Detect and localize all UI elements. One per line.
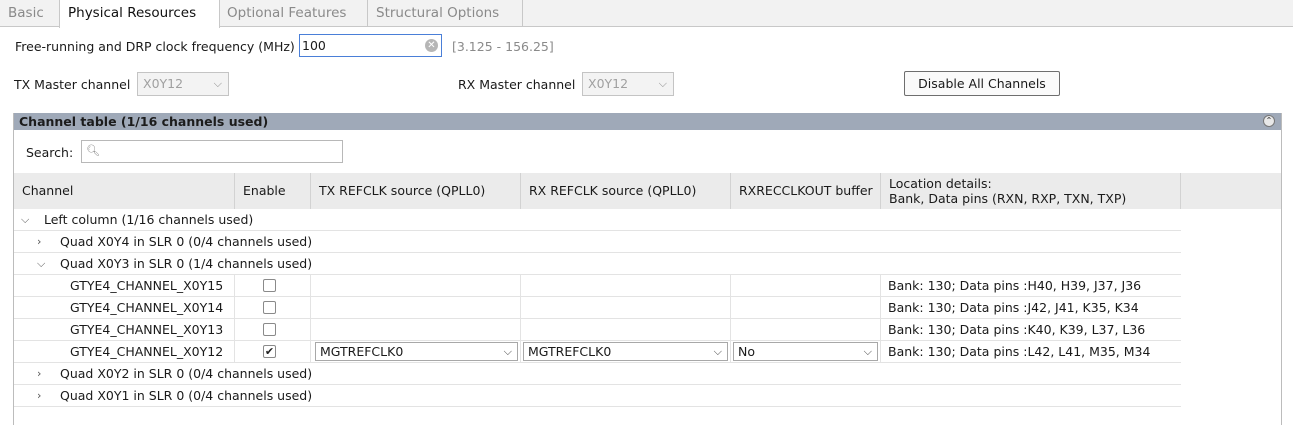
freq-label: Free-running and DRP clock frequency (MH…	[15, 39, 295, 54]
tree-label: Left column (1/16 channels used)	[44, 212, 254, 227]
rx-refclk-select[interactable]: MGTREFCLK0 ⌵	[523, 342, 728, 361]
col-enable[interactable]: Enable	[235, 173, 311, 209]
freq-input[interactable]: 100 ✕	[299, 34, 442, 57]
chevron-right-icon[interactable]: ›	[37, 385, 41, 407]
col-location[interactable]: Location details: Bank, Data pins (RXN, …	[881, 173, 1181, 209]
col-rx-refclk[interactable]: RX REFCLK source (QPLL0)	[521, 173, 731, 209]
rxrecclk-cell	[731, 319, 881, 341]
chevron-down-icon: ⌵	[863, 345, 872, 358]
rx-master-select[interactable]: X0Y12 ⌵	[582, 72, 674, 96]
col-tx-refclk[interactable]: TX REFCLK source (QPLL0)	[311, 173, 521, 209]
chevron-down-icon: ⌵	[213, 77, 222, 90]
location-details: Bank: 130; Data pins :K40, K39, L37, L36	[888, 322, 1146, 337]
tx-cell	[311, 319, 521, 341]
chevron-down-icon: ⌵	[713, 345, 722, 358]
rxrecclkout-select[interactable]: No ⌵	[733, 342, 878, 361]
tx-master-select[interactable]: X0Y12 ⌵	[137, 72, 229, 96]
enable-checkbox[interactable]	[263, 323, 276, 336]
enable-checkbox[interactable]	[263, 279, 276, 292]
freq-range-hint: [3.125 - 156.25]	[452, 39, 554, 54]
rxrecclk-cell: No ⌵	[731, 341, 881, 363]
tx-master-label: TX Master channel	[14, 77, 131, 92]
location-details: Bank: 130; Data pins :H40, H39, J37, J36	[888, 278, 1142, 293]
tx-cell	[311, 297, 521, 319]
chevron-down-icon: ⌵	[658, 77, 667, 90]
enable-cell	[235, 297, 311, 319]
tree-row-quad-x0y2[interactable]: › Quad X0Y2 in SLR 0 (0/4 channels used)	[14, 363, 1181, 385]
location-details: Bank: 130; Data pins :J42, J41, K35, K34	[888, 300, 1139, 315]
tree-label: Quad X0Y4 in SLR 0 (0/4 channels used)	[60, 234, 313, 249]
table-header: Channel Enable TX REFCLK source (QPLL0) …	[14, 173, 1281, 209]
search-icon: 🔍︎	[86, 144, 100, 157]
channel-name: GTYE4_CHANNEL_X0Y13	[14, 319, 235, 341]
tab-structural-options[interactable]: Structural Options	[368, 0, 523, 27]
location-details: Bank: 130; Data pins :L42, L41, M35, M34	[888, 344, 1151, 359]
table-row: GTYE4_CHANNEL_X0Y12 ✔ MGTREFCLK0 ⌵ MGTRE…	[14, 341, 1181, 363]
table-row: GTYE4_CHANNEL_X0Y14 Bank: 130; Data pins…	[14, 297, 1181, 319]
rx-refclk-value: MGTREFCLK0	[528, 344, 612, 359]
tab-basic[interactable]: Basic	[0, 0, 60, 27]
freq-value[interactable]: 100	[302, 38, 326, 53]
tree-row-left-column[interactable]: ⌵ Left column (1/16 channels used)	[14, 209, 1181, 231]
tab-bar: Basic Physical Resources Optional Featur…	[0, 0, 1293, 28]
col-rxrecclkout[interactable]: RXRECCLKOUT buffer	[731, 173, 881, 209]
col-location-line2: Bank, Data pins (RXN, RXP, TXN, TXP)	[889, 191, 1127, 206]
enable-cell	[235, 275, 311, 297]
rxrecclkout-value: No	[738, 344, 755, 359]
chevron-right-icon[interactable]: ›	[37, 363, 41, 385]
search-input[interactable]: 🔍︎	[81, 140, 343, 163]
table-row: GTYE4_CHANNEL_X0Y13 Bank: 130; Data pins…	[14, 319, 1181, 341]
col-channel[interactable]: Channel	[14, 173, 235, 209]
tab-optional-features[interactable]: Optional Features	[219, 0, 368, 27]
disable-all-channels-button[interactable]: Disable All Channels	[904, 71, 1060, 96]
tx-refclk-value: MGTREFCLK0	[320, 344, 404, 359]
table-row: GTYE4_CHANNEL_X0Y15 Bank: 130; Data pins…	[14, 275, 1181, 297]
panel-title: Channel table (1/16 channels used)	[19, 114, 269, 129]
rx-master-label: RX Master channel	[458, 77, 576, 92]
enable-checkbox-checked[interactable]: ✔	[263, 345, 276, 358]
rx-cell: MGTREFCLK0 ⌵	[521, 341, 731, 363]
chevron-right-icon[interactable]: ›	[37, 231, 41, 253]
rx-cell	[521, 297, 731, 319]
panel-header: Channel table (1/16 channels used) ⌃	[14, 113, 1281, 130]
tree-label: Quad X0Y3 in SLR 0 (1/4 channels used)	[60, 256, 313, 271]
chevron-down-icon: ⌵	[503, 345, 512, 358]
channel-name: GTYE4_CHANNEL_X0Y15	[14, 275, 235, 297]
col-location-line1: Location details:	[889, 176, 992, 191]
search-label: Search:	[26, 145, 74, 160]
tree-label: Quad X0Y2 in SLR 0 (0/4 channels used)	[60, 366, 313, 381]
rxrecclk-cell	[731, 297, 881, 319]
chevron-down-icon[interactable]: ⌵	[37, 253, 45, 275]
tab-physical-resources[interactable]: Physical Resources	[59, 0, 220, 28]
enable-cell	[235, 319, 311, 341]
channel-table-panel: Channel table (1/16 channels used) ⌃ Sea…	[13, 113, 1282, 425]
rx-cell	[521, 275, 731, 297]
tree-label: Quad X0Y1 in SLR 0 (0/4 channels used)	[60, 388, 313, 403]
tree-row-quad-x0y4[interactable]: › Quad X0Y4 in SLR 0 (0/4 channels used)	[14, 231, 1181, 253]
tx-cell: MGTREFCLK0 ⌵	[311, 341, 521, 363]
enable-checkbox[interactable]	[263, 301, 276, 314]
clear-icon[interactable]: ✕	[425, 39, 438, 52]
tx-master-value: X0Y12	[143, 76, 184, 91]
enable-cell: ✔	[235, 341, 311, 363]
tx-refclk-select[interactable]: MGTREFCLK0 ⌵	[315, 342, 518, 361]
rx-cell	[521, 319, 731, 341]
tree-row-quad-x0y1[interactable]: › Quad X0Y1 in SLR 0 (0/4 channels used)	[14, 385, 1181, 407]
collapse-icon[interactable]: ⌃	[1263, 115, 1275, 127]
rxrecclk-cell	[731, 275, 881, 297]
channel-name: GTYE4_CHANNEL_X0Y12	[14, 341, 235, 363]
tx-cell	[311, 275, 521, 297]
channel-name: GTYE4_CHANNEL_X0Y14	[14, 297, 235, 319]
chevron-down-icon[interactable]: ⌵	[21, 209, 29, 231]
tree-row-quad-x0y3[interactable]: ⌵ Quad X0Y3 in SLR 0 (1/4 channels used)	[14, 253, 1181, 275]
rx-master-value: X0Y12	[588, 76, 629, 91]
